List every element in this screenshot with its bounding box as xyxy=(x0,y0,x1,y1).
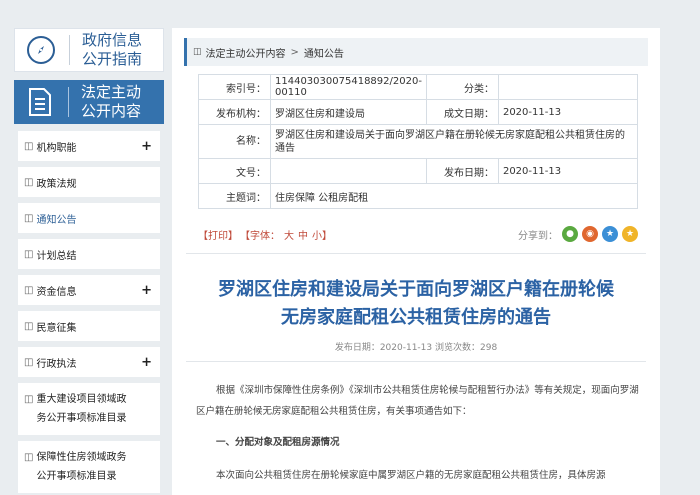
topic-label: 主题词： xyxy=(198,183,271,209)
metadata-table: 索引号： 114403030075418892/2020-00110 分类： 发… xyxy=(198,74,639,209)
created-date-value: 2020-11-13 xyxy=(497,99,639,125)
sidebar-menu: ◫ 机构职能 + ◫ 政策法规 ◫ 通知公告 ◫ 计划总结 ◫ 资金信息 + ◫… xyxy=(14,131,164,493)
gov-info-guide-label: 政府信息 公开指南 xyxy=(82,31,143,68)
sidebar-item-housing[interactable]: ◫ 保障性住房领域政务 公开事项标准目录 xyxy=(14,441,164,493)
main-panel: ◫ 法定主动公开内容 > 通知公告 索引号： 11440303007541889… xyxy=(172,28,660,495)
statutory-content-link[interactable]: 法定主动 公开内容 xyxy=(14,80,164,124)
publish-date-label: 发布日期： xyxy=(425,158,499,184)
sidebar-item-opinions[interactable]: ◫ 民意征集 xyxy=(14,311,164,341)
doc-bullet-icon: ◫ xyxy=(24,248,34,260)
doc-bullet-icon: ◫ xyxy=(24,320,34,332)
doc-number-value xyxy=(270,158,427,184)
sidebar-item-org-functions[interactable]: ◫ 机构职能 + xyxy=(14,131,164,161)
created-date-label: 成文日期： xyxy=(425,99,499,125)
sidebar-item-label: 重大建设项目领域政 xyxy=(36,394,127,405)
name-value: 罗湖区住房和建设局关于面向罗湖区户籍在册轮候无房家庭配租公共租赁住房的通告 xyxy=(270,124,638,159)
font-medium-button[interactable]: 中 xyxy=(298,227,308,242)
name-label: 名称： xyxy=(198,124,271,159)
font-size-label: 【字体： xyxy=(240,230,280,242)
article-pubinfo: 发布日期：2020-11-13 浏览次数：298 xyxy=(334,343,498,353)
article-paragraph: 根据《深圳市保障性住房条例》《深圳市公共租赁住房轮候与配租暂行办法》等有关规定，… xyxy=(196,385,639,417)
doc-bullet-icon: ◫ xyxy=(24,284,34,296)
article-toolbar: 【打印】 【字体： 大 中 小】 分享到： ● ◉ ★ ★ xyxy=(198,223,638,245)
divider xyxy=(68,87,69,117)
article-title: 罗湖区住房和建设局关于面向罗湖区户籍在册轮候 无房家庭配租公共租赁住房的通告 xyxy=(218,279,614,328)
compass-icon xyxy=(27,36,55,64)
divider xyxy=(69,35,70,65)
doc-bullet-icon: ◫ xyxy=(24,394,34,405)
print-button[interactable]: 【打印】 xyxy=(198,227,238,242)
breadcrumb: ◫ 法定主动公开内容 > 通知公告 xyxy=(184,38,648,66)
breadcrumb-item-notices[interactable]: 通知公告 xyxy=(304,45,344,60)
sidebar-item-enforcement[interactable]: ◫ 行政执法 + xyxy=(14,347,164,377)
doc-bullet-icon: ◫ xyxy=(193,47,202,57)
sidebar-item-notices[interactable]: ◫ 通知公告 xyxy=(14,203,164,233)
statutory-content-label: 法定主动 公开内容 xyxy=(81,83,142,120)
doc-bullet-icon: ◫ xyxy=(24,356,34,368)
wechat-share-icon[interactable]: ● xyxy=(562,226,578,242)
article-heading: 一、分配对象及配租房源情况 xyxy=(216,437,340,448)
sidebar-item-label: 务公开事项标准目录 xyxy=(36,413,127,424)
doc-bullet-icon: ◫ xyxy=(24,212,34,224)
article-paragraph: 本次面向公共租赁住房在册轮候家庭中属罗湖区户籍的无房家庭配租公共租赁住房，具体房… xyxy=(216,470,606,481)
sidebar-item-funds[interactable]: ◫ 资金信息 + xyxy=(14,275,164,305)
expand-plus-icon[interactable]: + xyxy=(141,139,152,154)
doc-bullet-icon: ◫ xyxy=(24,140,34,152)
weibo-share-icon[interactable]: ◉ xyxy=(582,226,598,242)
favorite-share-icon[interactable]: ★ xyxy=(622,226,638,242)
divider xyxy=(186,253,646,254)
sidebar-item-label: 公开事项标准目录 xyxy=(36,471,117,482)
qzone-share-icon[interactable]: ★ xyxy=(602,226,618,242)
breadcrumb-separator: > xyxy=(290,46,299,58)
index-value: 114403030075418892/2020-00110 xyxy=(270,74,427,100)
doc-bullet-icon: ◫ xyxy=(24,452,34,463)
document-icon xyxy=(29,88,51,116)
article-body: 根据《深圳市保障性住房条例》《深圳市公共租赁住房轮候与配租暂行办法》等有关规定，… xyxy=(196,380,640,486)
share-label: 分享到： xyxy=(518,230,558,242)
topic-value: 住房保障 公租房配租 xyxy=(270,183,638,209)
sidebar-item-major-projects[interactable]: ◫ 重大建设项目领域政 务公开事项标准目录 xyxy=(14,383,164,435)
sidebar-item-label: 保障性住房领域政务 xyxy=(36,452,127,463)
font-small-button[interactable]: 小】 xyxy=(312,227,332,242)
category-value xyxy=(497,74,639,100)
publisher-label: 发布机构： xyxy=(198,99,271,125)
publish-date-value: 2020-11-13 xyxy=(497,158,639,184)
expand-plus-icon[interactable]: + xyxy=(141,355,152,370)
sidebar: 政府信息 公开指南 法定主动 公开内容 ◫ 机构职能 + ◫ 政策法规 ◫ 通知… xyxy=(14,28,164,495)
publisher-value: 罗湖区住房和建设局 xyxy=(270,99,427,125)
index-label: 索引号： xyxy=(198,74,271,100)
doc-number-label: 文号： xyxy=(198,158,271,184)
breadcrumb-item-statutory[interactable]: 法定主动公开内容 xyxy=(206,45,286,60)
gov-info-guide-link[interactable]: 政府信息 公开指南 xyxy=(14,28,164,72)
font-large-button[interactable]: 大 xyxy=(284,227,294,242)
divider xyxy=(186,361,646,362)
doc-bullet-icon: ◫ xyxy=(24,176,34,188)
share-group: 分享到： ● ◉ ★ ★ xyxy=(518,226,638,242)
sidebar-item-plans[interactable]: ◫ 计划总结 xyxy=(14,239,164,269)
sidebar-item-policies[interactable]: ◫ 政策法规 xyxy=(14,167,164,197)
expand-plus-icon[interactable]: + xyxy=(141,283,152,298)
category-label: 分类： xyxy=(425,74,499,100)
